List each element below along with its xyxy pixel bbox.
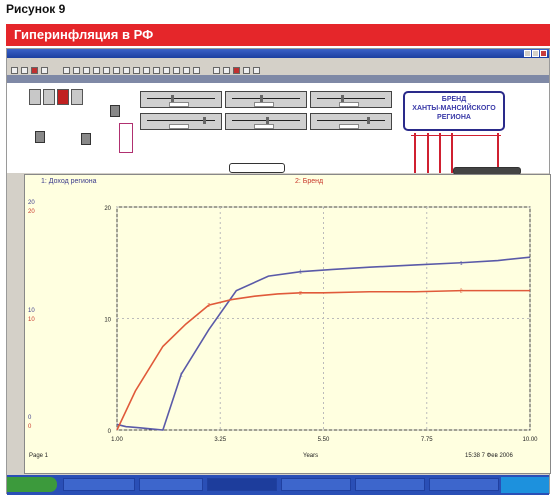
toolbar-icon[interactable] bbox=[103, 67, 110, 74]
series-marker-1: 1 bbox=[180, 372, 183, 378]
y-tick-label: 10 bbox=[104, 318, 111, 324]
figure-title: Рисунок 9 bbox=[6, 2, 66, 16]
x-tick-label: 1.00 bbox=[111, 437, 123, 443]
app-window: БРЕНД ХАНТЫ-МАНСИЙСКОГО РЕГИОНА 1: Доход… bbox=[6, 48, 551, 495]
toolbar-icon[interactable] bbox=[223, 67, 230, 74]
series-marker-2: 2 bbox=[207, 303, 210, 309]
taskbar-app[interactable] bbox=[63, 478, 135, 491]
toolbar-icon[interactable] bbox=[163, 67, 170, 74]
toolbar-icon[interactable] bbox=[21, 67, 28, 74]
taskbar-app[interactable] bbox=[139, 478, 203, 491]
toolbar-icon[interactable] bbox=[93, 67, 100, 74]
slider[interactable] bbox=[310, 113, 392, 130]
connector-box bbox=[119, 123, 133, 153]
y-tick-label: 20 bbox=[104, 206, 111, 212]
toolbar-icon[interactable] bbox=[243, 67, 250, 74]
flow-link bbox=[427, 133, 429, 173]
brand-line-2: ХАНТЫ-МАНСИЙСКОГО bbox=[412, 105, 496, 112]
series-line-2 bbox=[116, 289, 530, 431]
converter-tag[interactable] bbox=[229, 163, 285, 173]
stock-node[interactable] bbox=[35, 131, 45, 143]
stop-button[interactable] bbox=[57, 89, 69, 105]
toolbar-icon[interactable] bbox=[73, 67, 80, 74]
toolbar-icon[interactable] bbox=[253, 67, 260, 74]
maximize-icon[interactable] bbox=[532, 50, 539, 57]
taskbar-app[interactable] bbox=[281, 478, 351, 491]
toolbar-icon[interactable] bbox=[143, 67, 150, 74]
page-label: Page 1 bbox=[29, 453, 49, 459]
run-button[interactable] bbox=[29, 89, 41, 105]
start-button[interactable] bbox=[7, 477, 57, 492]
brand-node[interactable]: БРЕНД ХАНТЫ-МАНСИЙСКОГО РЕГИОНА bbox=[403, 91, 505, 131]
document-titlebar bbox=[7, 75, 549, 83]
slider[interactable] bbox=[310, 91, 392, 108]
toolbar-icon[interactable] bbox=[113, 67, 120, 74]
slider[interactable] bbox=[140, 91, 222, 108]
toolbar-icon[interactable] bbox=[153, 67, 160, 74]
menu-bar bbox=[7, 58, 549, 66]
stock-node[interactable] bbox=[81, 133, 91, 145]
toolbar-icon[interactable] bbox=[123, 67, 130, 74]
minimize-icon[interactable] bbox=[524, 50, 531, 57]
taskbar-app[interactable] bbox=[429, 478, 499, 491]
window-titlebar bbox=[7, 49, 549, 58]
y-tick-label: 0 bbox=[108, 429, 112, 435]
slider[interactable] bbox=[225, 91, 307, 108]
close-icon[interactable] bbox=[540, 50, 547, 57]
timestamp: 15:38 7 Фев 2006 bbox=[465, 453, 513, 459]
toolbar bbox=[7, 66, 549, 75]
toolbar-icon[interactable] bbox=[11, 67, 18, 74]
reset-button[interactable] bbox=[71, 89, 83, 105]
toolbar-icon[interactable] bbox=[233, 67, 240, 74]
pause-button[interactable] bbox=[43, 89, 55, 105]
graph-window: 1: Доход региона 2: Бренд 20 20 10 10 0 … bbox=[24, 174, 551, 474]
flow-link bbox=[439, 133, 441, 173]
series-marker-2: 2 bbox=[460, 289, 463, 295]
slider[interactable] bbox=[140, 113, 222, 130]
taskbar-app[interactable] bbox=[207, 478, 277, 491]
system-tray bbox=[501, 477, 549, 493]
flow-link bbox=[451, 133, 453, 173]
toolbar-icon[interactable] bbox=[193, 67, 200, 74]
brand-line-3: РЕГИОНА bbox=[437, 114, 471, 121]
series-marker-1: 1 bbox=[299, 270, 302, 276]
banner-title: Гиперинфляция в РФ bbox=[6, 24, 550, 46]
toolbar-icon[interactable] bbox=[183, 67, 190, 74]
stock-node[interactable] bbox=[110, 105, 120, 117]
taskbar bbox=[7, 475, 549, 495]
line-chart: 0 10 20 1.00 3.25 5.50 7.75 10.00 1 1 1 2 2 2 bbox=[104, 206, 538, 443]
slider[interactable] bbox=[225, 113, 307, 130]
toolbar-icon[interactable] bbox=[41, 67, 48, 74]
toolbar-icon[interactable] bbox=[213, 67, 220, 74]
taskbar-app[interactable] bbox=[355, 478, 425, 491]
toolbar-icon[interactable] bbox=[83, 67, 90, 74]
x-axis-label: Years bbox=[303, 453, 319, 459]
toolbar-icon[interactable] bbox=[31, 67, 38, 74]
x-tick-label: 5.50 bbox=[318, 437, 330, 443]
x-tick-label: 3.25 bbox=[214, 437, 226, 443]
flow-link bbox=[411, 135, 501, 136]
series-marker-1: 1 bbox=[460, 261, 463, 267]
series-marker-2: 2 bbox=[299, 291, 302, 297]
toolbar-icon[interactable] bbox=[173, 67, 180, 74]
toolbar-icon[interactable] bbox=[63, 67, 70, 74]
model-workspace: БРЕНД ХАНТЫ-МАНСИЙСКОГО РЕГИОНА bbox=[7, 83, 549, 175]
flow-link bbox=[414, 133, 416, 173]
x-tick-label: 10.00 bbox=[522, 437, 538, 443]
brand-line-1: БРЕНД bbox=[441, 96, 467, 103]
toolbar-icon[interactable] bbox=[133, 67, 140, 74]
x-tick-label: 7.75 bbox=[421, 437, 433, 443]
